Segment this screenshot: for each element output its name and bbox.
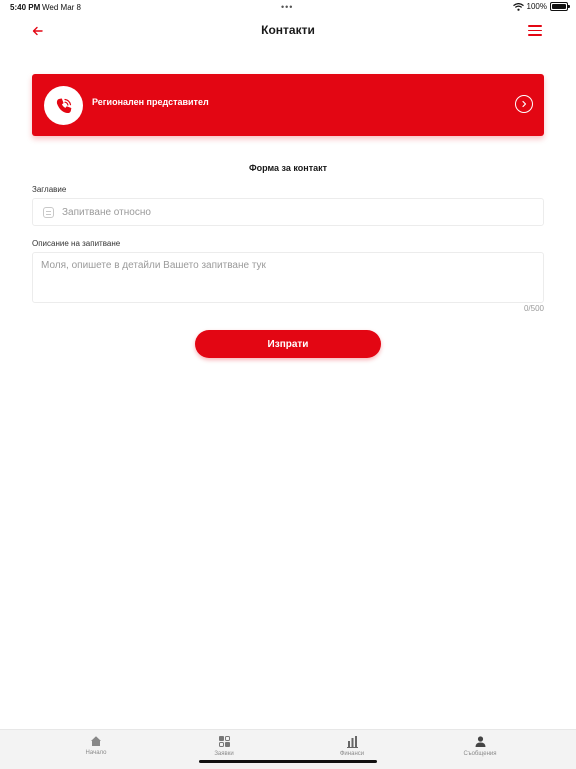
regional-representative-card[interactable]: Регионален представител xyxy=(32,74,544,136)
message-icon xyxy=(43,207,54,218)
finance-icon xyxy=(346,736,358,748)
character-counter: 0/500 xyxy=(523,304,544,313)
tab-finance-label: Финанси xyxy=(339,751,365,757)
requests-icon xyxy=(218,736,230,747)
tab-bar: Начало Заявки Финанси Съобщения xyxy=(0,729,576,769)
subject-input[interactable]: Запитване относно xyxy=(32,198,544,226)
page-title: Контакти xyxy=(261,23,315,37)
status-indicators: 100% xyxy=(512,2,570,11)
battery-percentage: 100% xyxy=(526,2,547,11)
phone-icon xyxy=(56,98,71,113)
home-indicator[interactable] xyxy=(199,760,377,763)
tab-home[interactable]: Начало xyxy=(56,735,136,756)
tab-requests-label: Заявки xyxy=(214,751,234,757)
tab-finance[interactable]: Финанси xyxy=(312,735,392,757)
tab-requests[interactable]: Заявки xyxy=(184,735,264,757)
description-label: Описание на запитване xyxy=(32,239,121,248)
menu-line xyxy=(528,25,542,27)
description-textarea[interactable]: Моля, опишете в детайли Вашето запитване… xyxy=(32,252,544,303)
multitasking-dots-icon[interactable]: ••• xyxy=(281,2,293,12)
wifi-icon xyxy=(512,2,524,11)
battery-icon xyxy=(550,2,570,11)
subject-label: Заглавие xyxy=(32,185,67,194)
status-bar: 5:40 PM Wed Mar 8 ••• 100% xyxy=(0,0,576,14)
tab-messages[interactable]: Съобщения xyxy=(440,735,520,757)
status-time: 5:40 PM xyxy=(10,3,41,12)
form-title: Форма за контакт xyxy=(248,163,328,173)
menu-line xyxy=(528,29,542,32)
regional-representative-label: Регионален представител xyxy=(92,97,209,107)
description-placeholder: Моля, опишете в детайли Вашето запитване… xyxy=(41,260,266,271)
header: Контакти xyxy=(0,18,576,44)
home-icon xyxy=(91,736,101,746)
menu-line xyxy=(528,34,542,36)
chevron-right-icon xyxy=(515,95,533,113)
menu-button[interactable] xyxy=(528,22,542,38)
phone-icon-circle xyxy=(44,86,83,125)
submit-button[interactable]: Изпрати xyxy=(195,330,381,358)
tab-messages-label: Съобщения xyxy=(463,751,497,757)
messages-icon xyxy=(475,736,485,747)
tab-home-label: Начало xyxy=(85,750,107,756)
subject-placeholder: Запитване относно xyxy=(62,207,151,218)
status-date: Wed Mar 8 xyxy=(42,3,81,12)
